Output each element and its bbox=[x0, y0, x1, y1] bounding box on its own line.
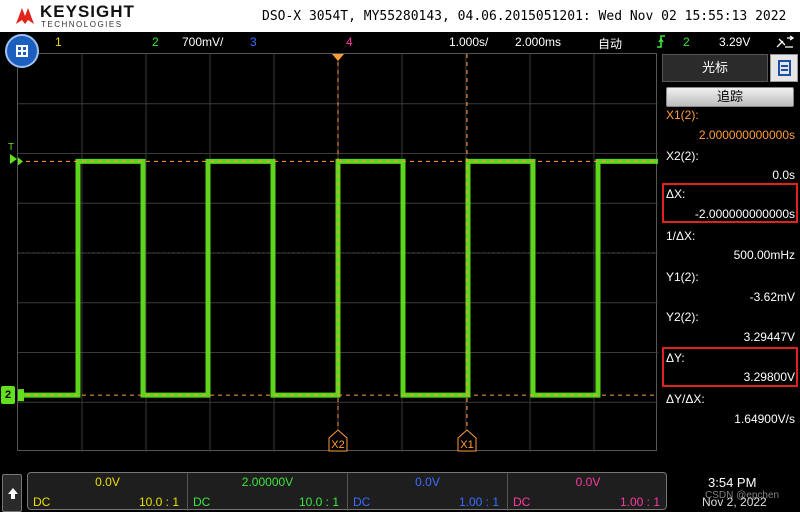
x2-label: X2(2): bbox=[666, 149, 699, 163]
arrow-up-icon bbox=[8, 488, 18, 499]
dy-label: ΔY: bbox=[666, 351, 685, 365]
channel-4-probe-ratio: 1.00 : 1 bbox=[619, 495, 660, 509]
brand-name: KEYSIGHT bbox=[40, 2, 135, 21]
grid-icon bbox=[16, 45, 28, 57]
channel-settings: 0.0V DC 10.0 : 1 2.00000V DC 10.0 : 1 0.… bbox=[27, 472, 668, 511]
channel-1-box[interactable]: 0.0V DC 10.0 : 1 bbox=[28, 473, 188, 511]
cursor-x1-label: X1 bbox=[460, 439, 473, 451]
channel-1-coupling: DC bbox=[33, 495, 51, 509]
tab-cursors[interactable]: 光标 bbox=[662, 54, 768, 82]
header-bar: KEYSIGHT TECHNOLOGIES DSO-X 3054T, MY552… bbox=[0, 0, 800, 32]
x2-value[interactable]: 0.0s bbox=[772, 168, 795, 182]
trigger-level-marker bbox=[18, 157, 23, 166]
trigger-level[interactable]: 3.29V bbox=[719, 35, 750, 49]
y1-value[interactable]: -3.62mV bbox=[750, 290, 795, 304]
channel-3-probe-ratio: 1.00 : 1 bbox=[458, 495, 499, 509]
channel-2-probe-ratio: 10.0 : 1 bbox=[298, 495, 339, 509]
x1-value[interactable]: 2.000000000000s bbox=[699, 128, 795, 142]
clock-time: 3:54 PM bbox=[708, 475, 757, 490]
ch4-indicator[interactable]: 4 bbox=[346, 35, 353, 49]
expand-icon[interactable] bbox=[775, 35, 795, 52]
trigger-position-marker bbox=[332, 54, 344, 61]
channel-2-coupling: DC bbox=[193, 495, 211, 509]
dydx-value: 1.64900V/s bbox=[734, 412, 795, 426]
channel-4-offset: 0.0V bbox=[575, 475, 601, 489]
trigger-source[interactable]: 2 bbox=[683, 35, 690, 49]
timebase-scale[interactable]: 1.000s/ bbox=[449, 35, 488, 49]
channel-2-ground-tag[interactable]: 2 bbox=[1, 386, 15, 404]
time-delay[interactable]: 2.000ms bbox=[515, 35, 561, 49]
instrument-title: DSO-X 3054T, MY55280143, 04.06.201505120… bbox=[262, 9, 787, 24]
waveform-display[interactable]: X2X1T bbox=[17, 53, 658, 452]
channel-3-offset: 0.0V bbox=[415, 475, 440, 489]
channel-2-offset: 2.00000V bbox=[241, 475, 294, 489]
brand-subtitle: TECHNOLOGIES bbox=[41, 20, 123, 29]
expand-up-button[interactable] bbox=[2, 474, 22, 512]
dydx-label: ΔY/ΔX: bbox=[666, 392, 705, 406]
channel-1-probe-ratio: 10.0 : 1 bbox=[138, 495, 179, 509]
cursor-x2-label: X2 bbox=[331, 439, 344, 451]
channel-3-box[interactable]: 0.0V DC 1.00 : 1 bbox=[348, 473, 508, 511]
trigger-arrow-icon bbox=[10, 154, 17, 164]
channel-bar: 0.0V DC 10.0 : 1 2.00000V DC 10.0 : 1 0.… bbox=[0, 468, 800, 512]
dx-label: ΔX: bbox=[666, 187, 686, 201]
x1-label: X1(2): bbox=[666, 108, 699, 122]
dy-value: 3.29800V bbox=[743, 370, 795, 384]
home-menu-button[interactable] bbox=[5, 34, 39, 68]
trigger-edge-icon bbox=[656, 35, 666, 51]
y1-label: Y1(2): bbox=[666, 270, 699, 284]
track-button[interactable]: 追踪 bbox=[666, 87, 794, 107]
ch3-indicator[interactable]: 3 bbox=[250, 35, 257, 49]
cursor-panel: 光标 追踪 X1(2): 2.000000000000s X2(2): 0.0s… bbox=[660, 52, 800, 452]
ch2-scale[interactable]: 700mV/ bbox=[182, 35, 223, 49]
channel-3-coupling: DC bbox=[353, 495, 371, 509]
channel-2-ground-marker bbox=[18, 389, 24, 402]
y2-label: Y2(2): bbox=[666, 310, 699, 324]
inv-dx-value: 500.00mHz bbox=[733, 248, 795, 262]
channel-4-coupling: DC bbox=[513, 495, 531, 509]
channel-1-offset: 0.0V bbox=[95, 475, 120, 489]
trigger-mode[interactable]: 自动 bbox=[598, 35, 622, 52]
channel-2-box[interactable]: 2.00000V DC 10.0 : 1 bbox=[188, 473, 348, 511]
clock-date: Nov 2, 2022 bbox=[702, 495, 767, 509]
trigger-level-tag: T bbox=[8, 142, 15, 153]
y2-value[interactable]: 3.29447V bbox=[744, 330, 795, 344]
dx-value: -2.000000000000s bbox=[694, 207, 795, 221]
keysight-logo-icon bbox=[16, 8, 34, 24]
ch1-indicator[interactable]: 1 bbox=[55, 35, 62, 49]
ch2-indicator[interactable]: 2 bbox=[152, 35, 159, 49]
waveform-canvas[interactable]: X2X1T bbox=[18, 54, 658, 452]
menu-document-icon[interactable] bbox=[770, 54, 798, 82]
channel-4-box[interactable]: 0.0V DC 1.00 : 1 bbox=[508, 473, 668, 511]
inv-dx-label: 1/ΔX: bbox=[666, 229, 696, 243]
status-bar: 1 2 700mV/ 3 4 1.000s/ 2.000ms 自动 2 3.29… bbox=[0, 32, 800, 52]
